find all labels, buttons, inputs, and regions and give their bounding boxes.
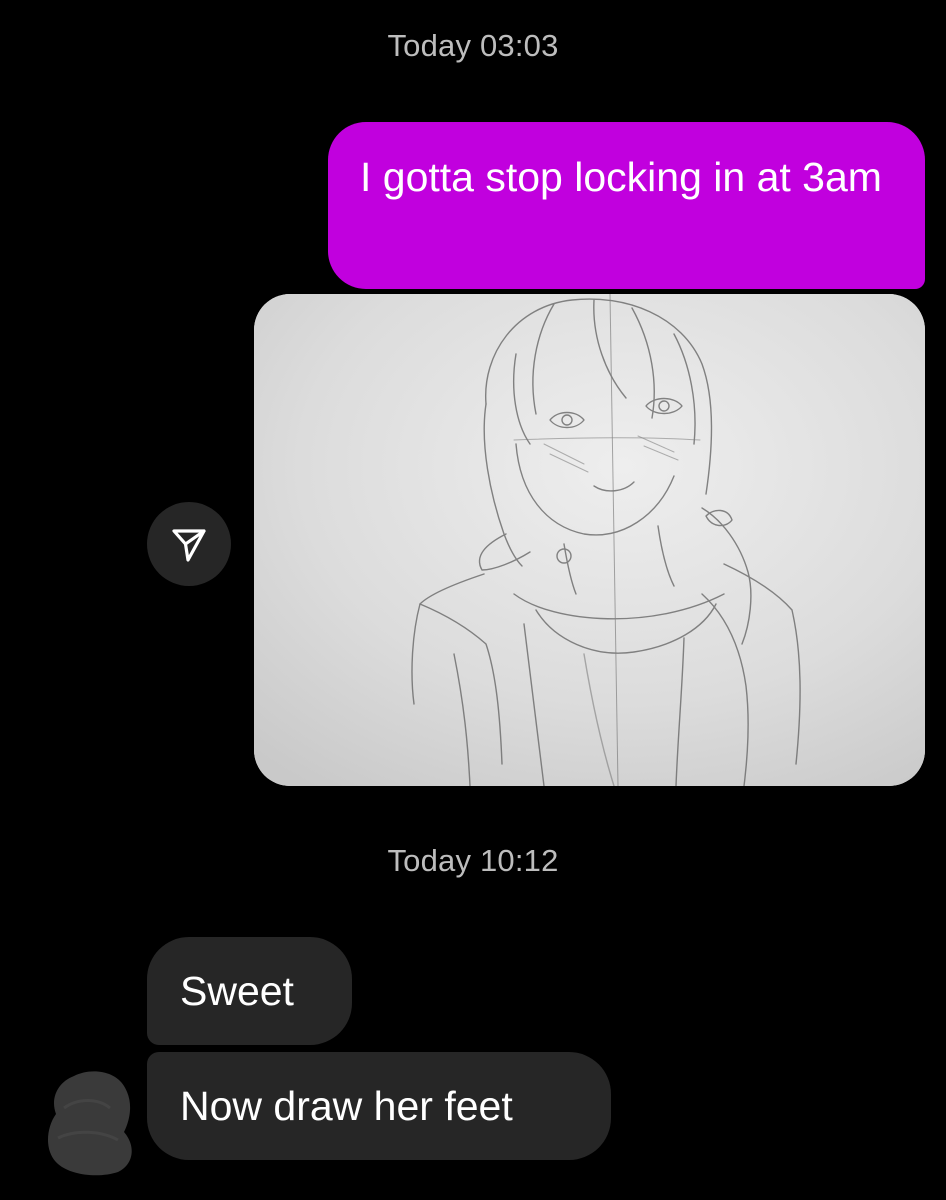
share-button[interactable] bbox=[147, 502, 231, 586]
timestamp: Today 03:03 bbox=[387, 28, 559, 63]
outgoing-message-bubble[interactable]: I gotta stop locking in at 3am bbox=[328, 122, 925, 289]
timestamp: Today 10:12 bbox=[387, 843, 559, 878]
photo-message[interactable] bbox=[254, 294, 925, 786]
pencil-sketch-image bbox=[254, 294, 925, 786]
incoming-message-bubble[interactable]: Now draw her feet bbox=[147, 1052, 611, 1160]
paper-plane-icon bbox=[172, 529, 206, 562]
incoming-message-bubble[interactable]: Sweet bbox=[147, 937, 352, 1045]
sender-avatar[interactable] bbox=[44, 1068, 136, 1176]
